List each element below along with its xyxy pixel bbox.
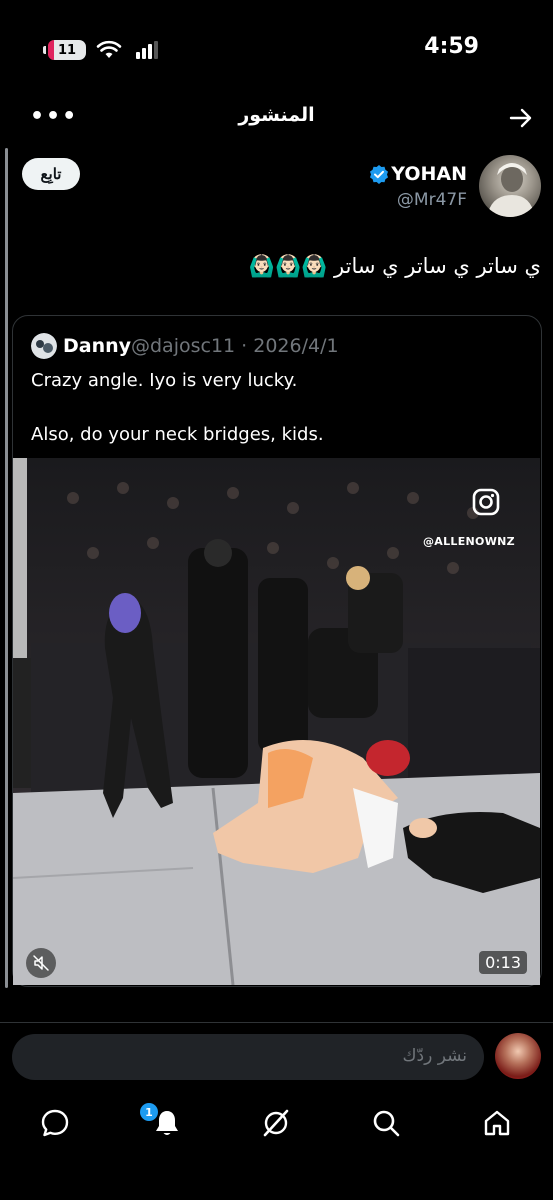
follow-button[interactable]: تابِع <box>22 158 80 190</box>
page-title: المنشور <box>238 104 315 126</box>
video-duration: 0:13 <box>479 951 527 974</box>
author-avatar[interactable] <box>479 155 541 217</box>
cellular-signal-icon <box>136 41 158 59</box>
battery-percent: 11 <box>57 42 77 58</box>
messages-icon[interactable] <box>40 1108 70 1138</box>
post-text: ي ساتر ي ساتر ي ساتر 🙆🏻‍♂️🙆🏻‍♂️🙆🏻‍♂️ <box>248 254 541 278</box>
divider <box>0 1022 553 1023</box>
author-name[interactable]: YOHAN <box>391 163 467 185</box>
muted-speaker-icon <box>33 955 49 971</box>
quoted-text-line-1: Crazy angle. Iyo is very lucky. <box>31 370 298 391</box>
grok-icon[interactable] <box>261 1108 291 1138</box>
verified-badge-icon <box>370 165 388 184</box>
reply-placeholder[interactable]: نشر ردّك <box>403 1046 467 1066</box>
notification-count-badge: 1 <box>140 1103 158 1121</box>
quoted-author-avatar[interactable] <box>31 333 57 359</box>
scroll-indicator[interactable] <box>5 148 8 988</box>
quoted-author-meta: @dajosc11 · 2026/4/1 <box>131 335 339 357</box>
battery-level <box>48 40 54 60</box>
quoted-author-name[interactable]: Danny <box>63 335 131 357</box>
wifi-icon <box>96 40 122 58</box>
home-icon[interactable] <box>482 1108 512 1138</box>
mute-button[interactable] <box>26 948 56 978</box>
video-watermark: @ALLENOWNZ <box>423 535 515 548</box>
search-icon[interactable] <box>371 1108 401 1138</box>
current-user-avatar[interactable] <box>495 1033 541 1079</box>
back-arrow-icon[interactable] <box>509 106 533 130</box>
author-handle[interactable]: @Mr47F <box>397 190 467 210</box>
status-time: 4:59 <box>424 34 479 59</box>
battery-indicator: 11 <box>43 40 86 60</box>
instagram-icon <box>472 488 500 516</box>
quoted-text-line-2: Also, do your neck bridges, kids. <box>31 424 324 445</box>
